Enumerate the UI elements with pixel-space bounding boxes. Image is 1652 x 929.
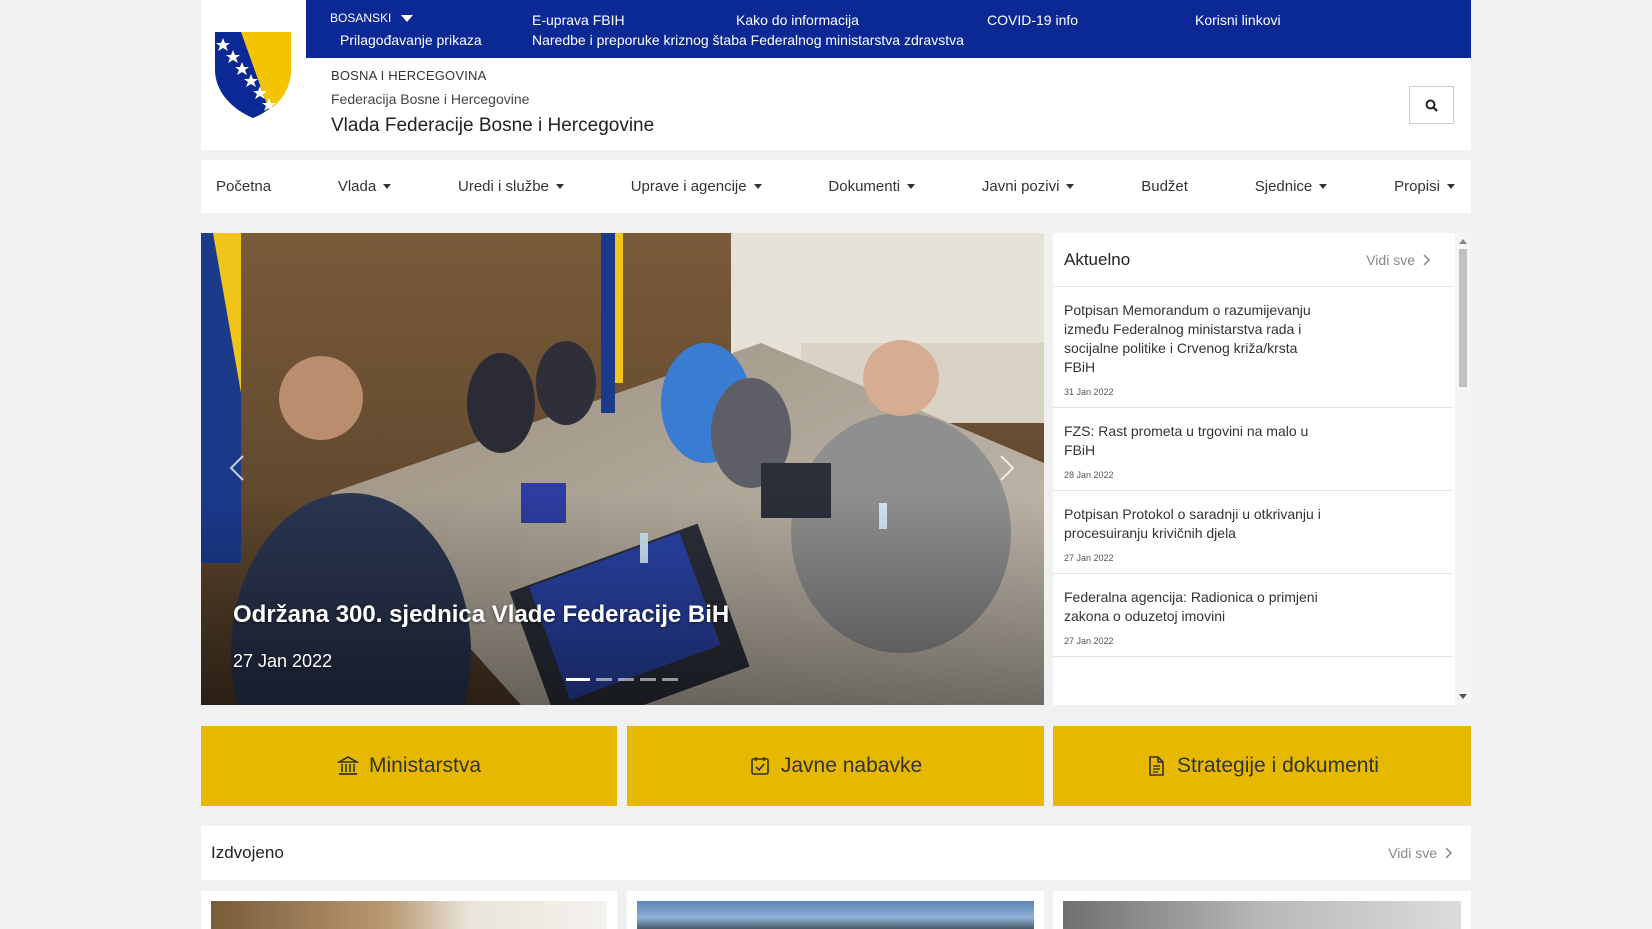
news-item-text: Federalna agencija: Radionica o primjeni…: [1064, 589, 1318, 624]
nav-label: Početna: [216, 178, 272, 195]
nav-label: Uredi i službe: [458, 178, 549, 195]
nav-label: Javni pozivi: [981, 178, 1060, 195]
nav-item-agencies[interactable]: Uprave i agencije: [631, 178, 762, 195]
language-selector[interactable]: BOSANSKI: [330, 11, 414, 25]
chevron-right-icon: [1445, 847, 1453, 859]
search-icon: [1425, 99, 1438, 112]
scroll-down-arrow-icon[interactable]: [1459, 694, 1467, 699]
nav-item-sessions[interactable]: Sjednice: [1255, 178, 1328, 195]
public-procurement-label: Javne nabavke: [780, 754, 923, 777]
news-item-text: Potpisan Memorandum o razumijevanju izme…: [1064, 302, 1311, 375]
news-item-date: 27 Jan 2022: [1064, 636, 1114, 646]
strategies-documents-label: Strategije i dokumenti: [1177, 754, 1379, 777]
e-uprava-link[interactable]: E-uprava FBIH: [532, 12, 625, 28]
featured-card-image: [211, 901, 607, 929]
public-procurement-tile[interactable]: Javne nabavke: [627, 726, 1044, 806]
carousel-indicator[interactable]: [618, 678, 634, 681]
info-access-link[interactable]: Kako do informacija: [736, 12, 859, 28]
chevron-down-icon: [401, 14, 414, 22]
news-view-all-link[interactable]: Vidi sve: [1366, 252, 1431, 268]
featured-view-all-link[interactable]: Vidi sve: [1388, 845, 1453, 861]
ministries-tile[interactable]: Ministarstva: [201, 726, 617, 806]
caret-down-icon: [555, 184, 564, 189]
entity-title: Federacija Bosne i Hercegovine: [331, 91, 530, 107]
news-panel: Aktuelno Vidi sve Potpisan Memorandum o …: [1053, 233, 1471, 705]
carousel-indicator[interactable]: [596, 678, 612, 681]
site-header: BOSANSKI Prilagođavanje prikaza E-uprava…: [201, 0, 1471, 150]
chevron-right-icon[interactable]: [991, 448, 1021, 488]
news-item-date: 27 Jan 2022: [1064, 553, 1114, 563]
caret-down-icon: [753, 184, 762, 189]
caret-down-icon: [1319, 184, 1328, 189]
featured-card[interactable]: [627, 891, 1044, 929]
language-label: BOSANSKI: [330, 11, 392, 25]
nav-item-government[interactable]: Vlada: [337, 178, 392, 195]
ministries-label: Ministarstva: [368, 754, 482, 777]
nav-item-home[interactable]: Početna: [216, 178, 271, 195]
scrollbar-thumb[interactable]: [1459, 249, 1467, 387]
nav-item-regulations[interactable]: Propisi: [1394, 178, 1455, 195]
nav-label: Vlada: [337, 178, 377, 195]
country-title: BOSNA I HERCEGOVINA: [331, 68, 487, 83]
news-header: Aktuelno Vidi sve: [1053, 233, 1453, 287]
news-item[interactable]: Potpisan Memorandum o razumijevanju izme…: [1053, 287, 1453, 408]
featured-card-image: [637, 901, 1034, 929]
covid-info-link[interactable]: COVID-19 info: [987, 12, 1078, 28]
news-item-date: 31 Jan 2022: [1064, 387, 1114, 397]
main-navigation: Početna Vlada Uredi i službe Uprave i ag…: [201, 160, 1471, 213]
scroll-up-arrow-icon[interactable]: [1459, 239, 1467, 244]
site-titles: BOSNA I HERCEGOVINA Federacija Bosne i H…: [331, 68, 654, 137]
news-title: Aktuelno: [1064, 249, 1131, 269]
featured-card[interactable]: [201, 891, 617, 929]
view-all-label: Vidi sve: [1366, 251, 1415, 268]
strategies-documents-tile[interactable]: Strategije i dokumenti: [1053, 726, 1471, 806]
document-icon: [1149, 756, 1164, 776]
hero-carousel[interactable]: Održana 300. sjednica Vlade Federacije B…: [201, 233, 1044, 705]
caret-down-icon: [907, 184, 916, 189]
government-title[interactable]: Vlada Federacije Bosne i Hercegovine: [331, 115, 654, 137]
chevron-left-icon[interactable]: [223, 448, 253, 488]
calendar-check-icon: [751, 757, 769, 775]
hero-photo: [201, 233, 1044, 705]
hero-caption[interactable]: Održana 300. sjednica Vlade Federacije B…: [233, 601, 729, 629]
nav-item-documents[interactable]: Dokumenti: [828, 178, 916, 195]
view-all-label: Vidi sve: [1388, 845, 1437, 861]
useful-links-link[interactable]: Korisni linkovi: [1195, 12, 1281, 28]
news-item-text: FZS: Rast prometa u trgovini na malo u F…: [1064, 423, 1309, 458]
nav-label: Sjednice: [1254, 178, 1313, 195]
news-item[interactable]: Federalna agencija: Radionica o primjeni…: [1053, 574, 1453, 657]
featured-card-image: [1063, 901, 1461, 929]
nav-item-offices[interactable]: Uredi i službe: [458, 178, 564, 195]
chevron-right-icon: [1423, 253, 1431, 266]
nav-item-budget[interactable]: Budžet: [1141, 178, 1188, 195]
nav-item-public-calls[interactable]: Javni pozivi: [982, 178, 1075, 195]
news-item[interactable]: Potpisan Protokol o saradnji u otkrivanj…: [1053, 491, 1453, 574]
crisis-staff-announcement-link[interactable]: Naredbe i preporuke kriznog štaba Federa…: [532, 32, 964, 48]
nav-label: Propisi: [1394, 178, 1440, 195]
featured-card[interactable]: [1053, 891, 1471, 929]
carousel-indicator[interactable]: [662, 678, 678, 681]
hero-date: 27 Jan 2022: [233, 651, 333, 671]
news-item-text: Potpisan Protokol o saradnji u otkrivanj…: [1064, 506, 1321, 541]
nav-label: Budžet: [1141, 178, 1188, 195]
coat-of-arms-logo[interactable]: [213, 30, 293, 120]
news-item[interactable]: FZS: Rast prometa u trgovini na malo u F…: [1053, 408, 1453, 491]
nav-label: Dokumenti: [828, 178, 901, 195]
caret-down-icon: [1066, 184, 1075, 189]
caret-down-icon: [383, 184, 392, 189]
news-scrollbar[interactable]: [1455, 233, 1471, 705]
nav-label: Uprave i agencije: [630, 178, 747, 195]
caret-down-icon: [1446, 184, 1455, 189]
customize-view-link[interactable]: Prilagođavanje prikaza: [340, 32, 482, 48]
carousel-indicator[interactable]: [640, 678, 656, 681]
top-bar: BOSANSKI Prilagođavanje prikaza E-uprava…: [306, 0, 1471, 58]
carousel-indicators: [566, 678, 678, 681]
news-item-date: 28 Jan 2022: [1064, 470, 1114, 480]
search-button[interactable]: [1409, 86, 1454, 124]
institution-icon: [336, 756, 359, 775]
featured-header: Izdvojeno Vidi sve: [201, 826, 1471, 880]
featured-title: Izdvojeno: [211, 843, 284, 862]
carousel-indicator[interactable]: [566, 678, 590, 681]
